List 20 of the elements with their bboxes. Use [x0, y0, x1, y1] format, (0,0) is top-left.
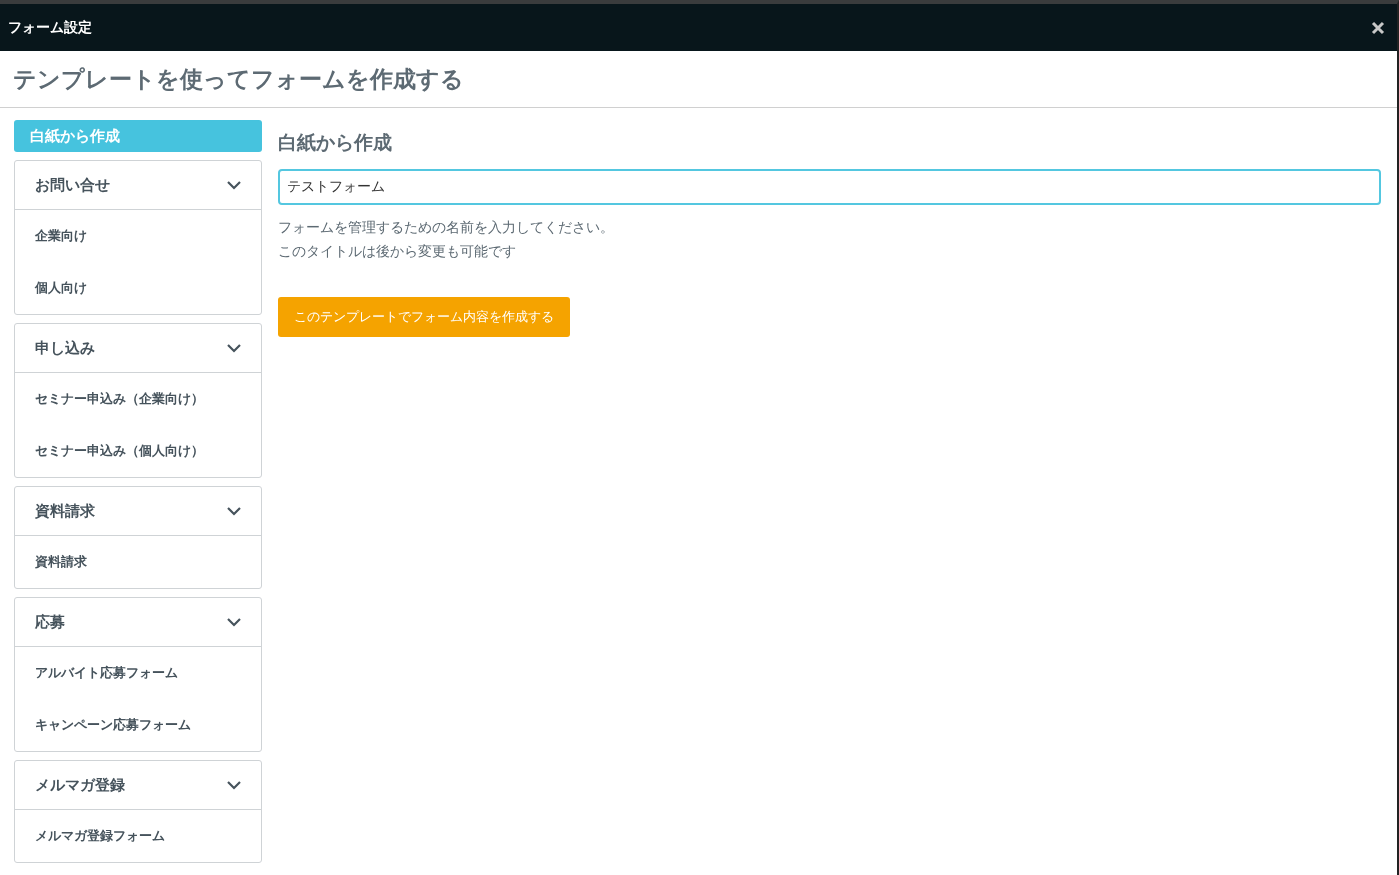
template-item[interactable]: セミナー申込み（個人向け） [15, 425, 261, 477]
close-button[interactable] [1371, 20, 1385, 35]
category-header[interactable]: お問い合せ [15, 161, 261, 210]
category-header[interactable]: 申し込み [15, 324, 261, 373]
section-heading: 白紙から作成 [278, 130, 393, 155]
category-header[interactable]: メルマガ登録 [15, 761, 261, 810]
template-item[interactable]: 資料請求 [15, 536, 261, 588]
template-item[interactable]: キャンペーン応募フォーム [15, 699, 261, 751]
category-header[interactable]: 応募 [15, 598, 261, 647]
help-text: フォームを管理するための名前を入力してください。 [278, 218, 615, 237]
category-header[interactable]: 資料請求 [15, 487, 261, 536]
template-item[interactable]: 個人向け [15, 262, 261, 314]
form-name-field[interactable]: テストフォーム [278, 169, 1381, 205]
page-title: テンプレートを使ってフォームを作成する [13, 64, 464, 94]
template-item[interactable]: 企業向け [15, 210, 261, 262]
window-title: フォーム設定 [8, 18, 92, 37]
help-text: このタイトルは後から変更も可能です [278, 242, 517, 261]
template-item[interactable]: アルバイト応募フォーム [15, 647, 261, 699]
template-item[interactable]: セミナー申込み（企業向け） [15, 373, 261, 425]
template-item[interactable]: メルマガ登録フォーム [15, 810, 261, 862]
